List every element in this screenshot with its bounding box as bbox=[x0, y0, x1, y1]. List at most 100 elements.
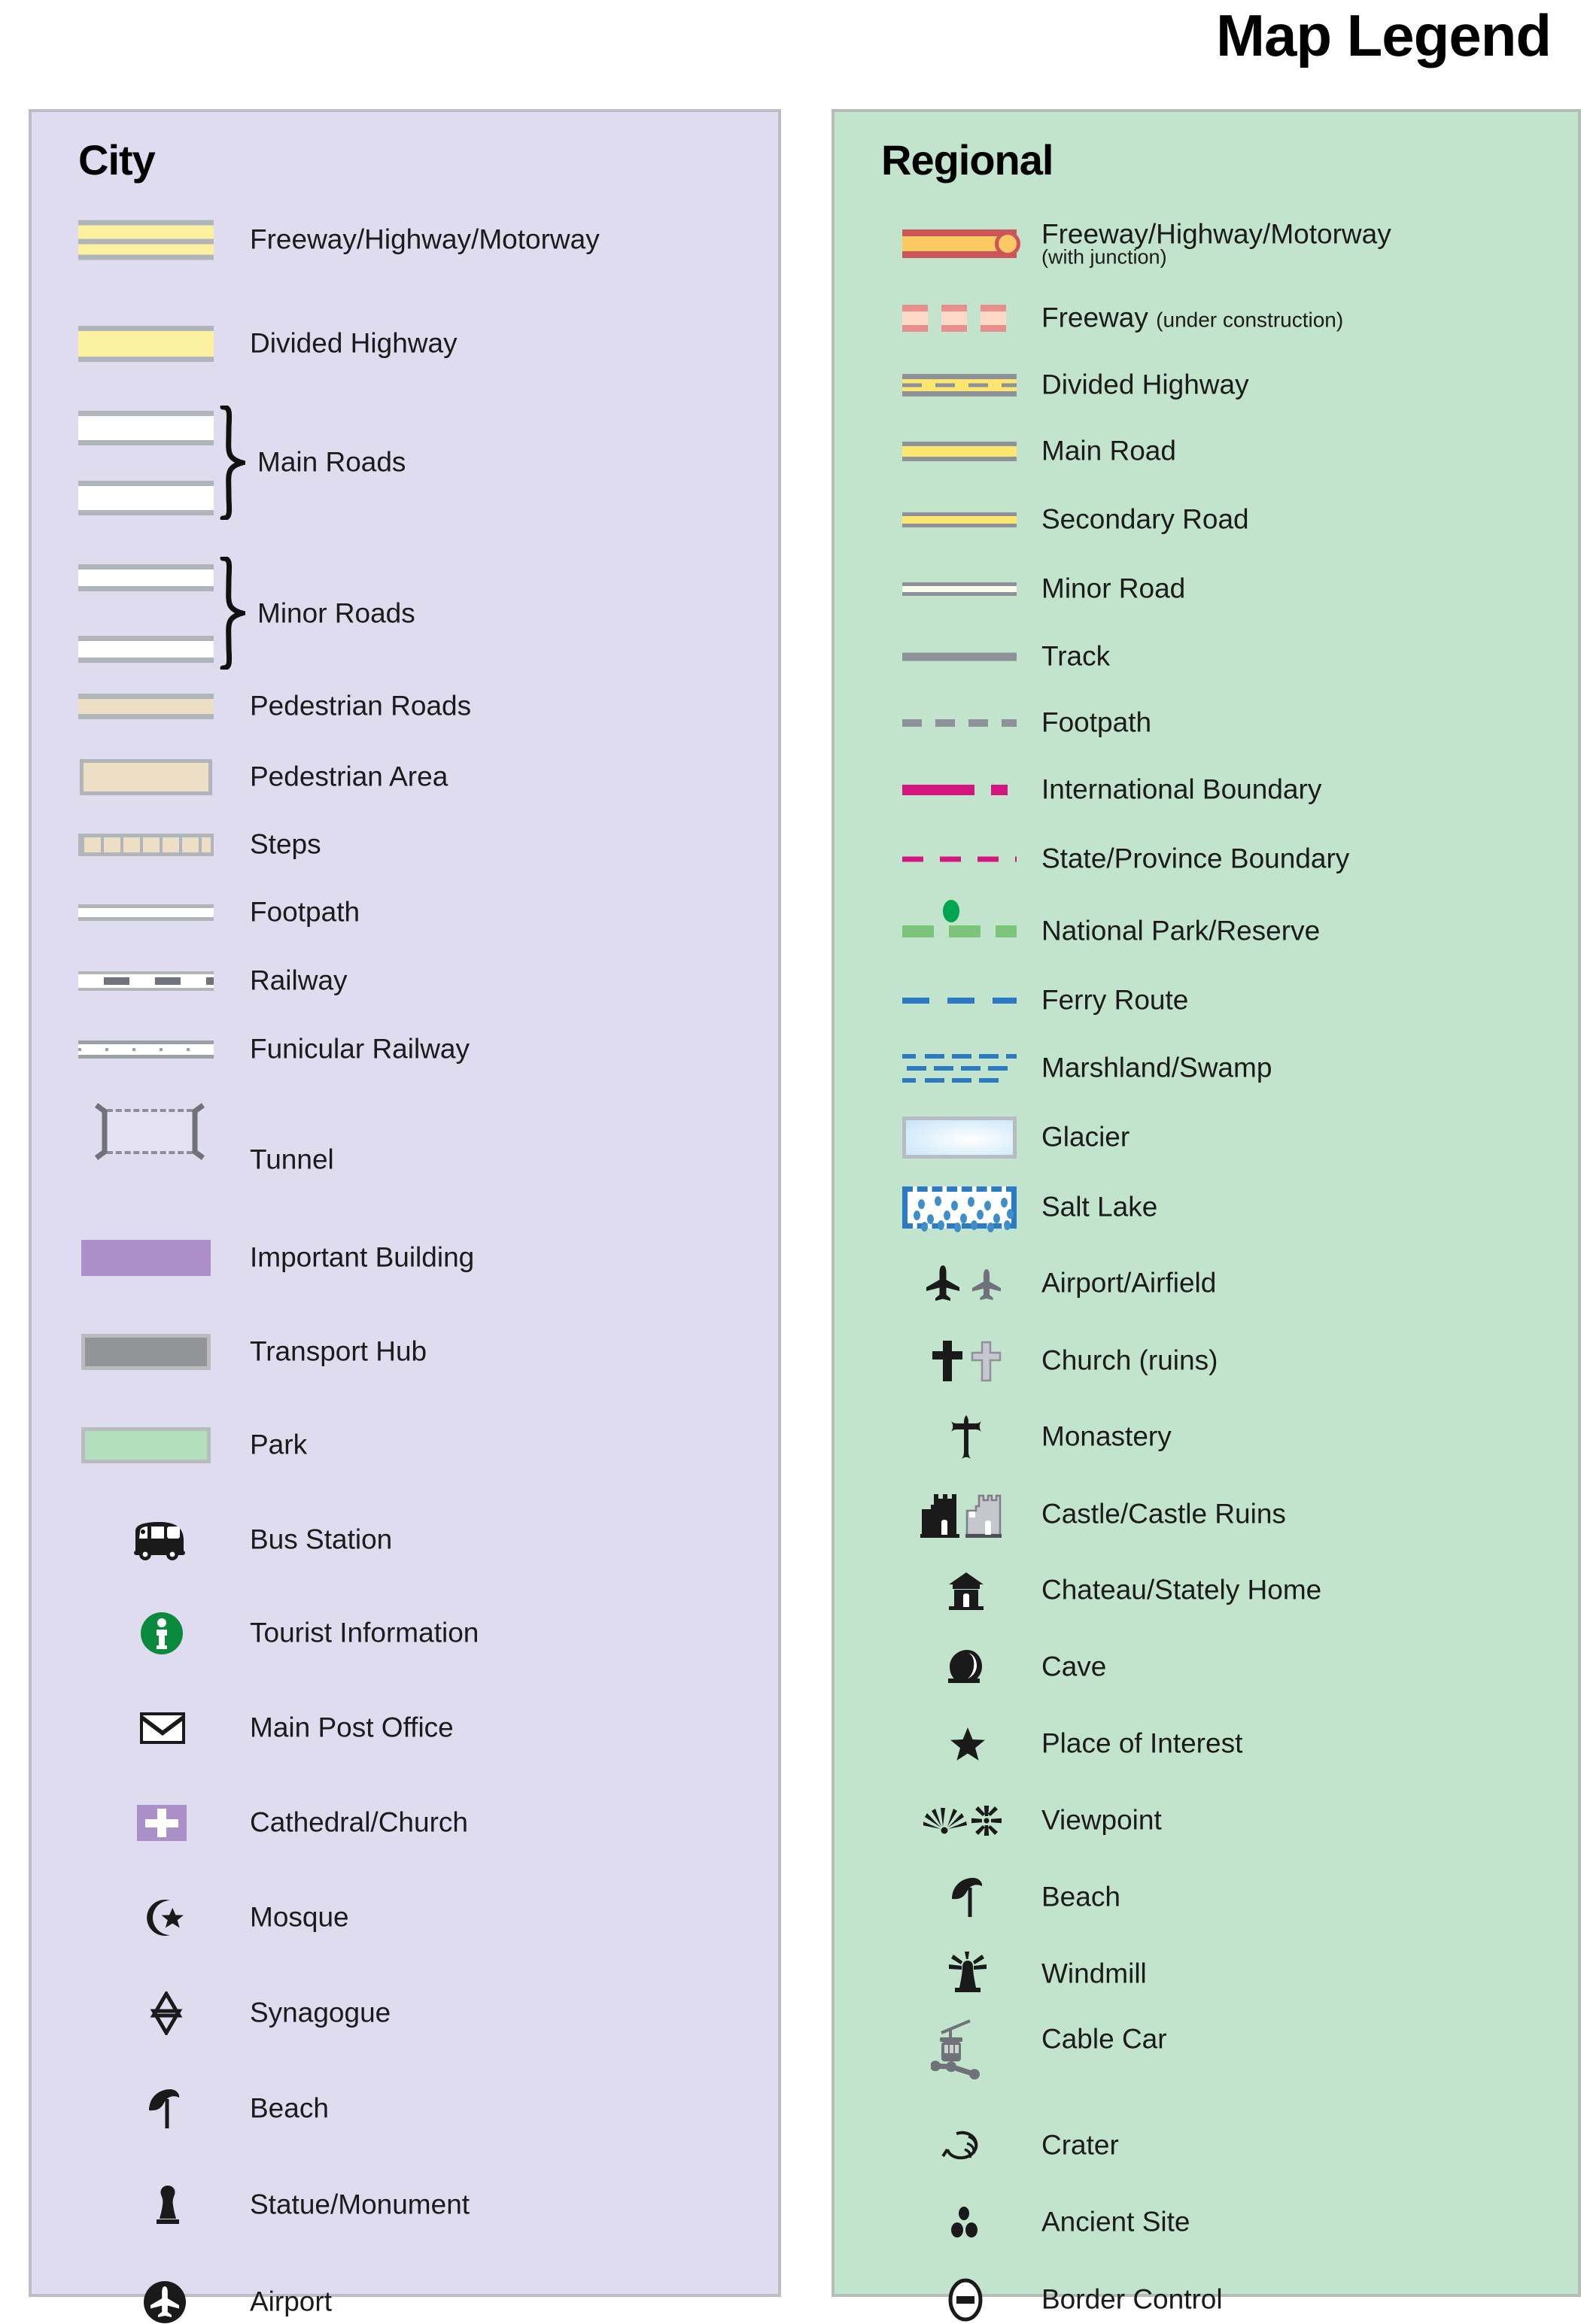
symbol-green-dashes-with-dot bbox=[902, 900, 1017, 937]
legend-label: Main Roads bbox=[257, 446, 406, 478]
legend-label: Border Control bbox=[1041, 2283, 1223, 2315]
beach-umbrella-icon bbox=[949, 1876, 987, 1918]
legend-label: Windmill bbox=[1041, 1958, 1147, 1989]
symbol-divided-highway bbox=[902, 374, 1017, 396]
legend-label: Place of Interest bbox=[1041, 1727, 1243, 1759]
tunnel-bracket-right-icon bbox=[190, 1103, 206, 1160]
city-panel-heading: City bbox=[78, 136, 156, 184]
city-legend-panel: City Freeway/Highway/Motorway Divided Hi… bbox=[29, 109, 781, 2323]
regional-legend-panel: Regional Freeway/Highway/Motorway (with … bbox=[832, 109, 1581, 2322]
legend-label: Park bbox=[250, 1429, 308, 1460]
symbol-railway-dashes bbox=[78, 971, 214, 991]
legend-label: Minor Roads bbox=[257, 597, 415, 629]
symbol-freeway-with-junction bbox=[902, 229, 1020, 258]
windmill-icon bbox=[944, 1952, 991, 1997]
two-crosses-icon bbox=[928, 1338, 1008, 1384]
airplane-in-circle-icon bbox=[143, 2280, 187, 2324]
legend-label: Main Post Office bbox=[250, 1712, 454, 1743]
national-park-dot-icon bbox=[943, 900, 959, 922]
brace-main-roads bbox=[220, 406, 245, 520]
legend-label: Pedestrian Roads bbox=[250, 690, 472, 722]
symbol-tan-area bbox=[80, 759, 212, 795]
symbol-green-swatch bbox=[81, 1427, 211, 1463]
legend-label: Airport bbox=[250, 2286, 332, 2317]
symbol-grey-swatch bbox=[81, 1334, 211, 1370]
page-title: Map Legend bbox=[1215, 2, 1552, 68]
symbol-solid-grey-line bbox=[902, 652, 1017, 661]
legend-label: Airport/Airfield bbox=[1041, 1267, 1217, 1299]
legend-label: Footpath bbox=[1041, 706, 1152, 738]
symbol-magenta-dashed-line bbox=[902, 856, 1017, 862]
legend-label: Church (ruins) bbox=[1041, 1344, 1218, 1376]
symbol-main-road-lower bbox=[78, 481, 214, 515]
symbol-tan-road bbox=[78, 694, 214, 719]
legend-label: Monastery bbox=[1041, 1420, 1172, 1452]
symbol-thin-white-line bbox=[78, 904, 214, 921]
minus-in-oval-icon bbox=[947, 2278, 984, 2322]
legend-label: Tunnel bbox=[250, 1144, 334, 1175]
symbol-grey-dashed-line bbox=[902, 719, 1017, 727]
ornate-cross-icon bbox=[946, 1413, 987, 1461]
legend-label: Divided Highway bbox=[1041, 369, 1249, 400]
legend-label: Main Road bbox=[1041, 435, 1176, 466]
legend-label: Beach bbox=[250, 2092, 329, 2124]
legend-label: Cathedral/Church bbox=[250, 1806, 468, 1838]
brace-minor-roads bbox=[220, 557, 245, 670]
information-circle-icon bbox=[140, 1612, 184, 1655]
legend-label: Salt Lake bbox=[1041, 1191, 1158, 1223]
legend-label: Footpath bbox=[250, 896, 360, 928]
legend-label: International Boundary bbox=[1041, 773, 1322, 805]
legend-label: Minor Road bbox=[1041, 573, 1186, 604]
legend-label: Statue/Monument bbox=[250, 2189, 470, 2220]
legend-label: Crater bbox=[1041, 2129, 1119, 2161]
legend-label: Ferry Route bbox=[1041, 984, 1189, 1016]
legend-label: National Park/Reserve bbox=[1041, 915, 1321, 946]
legend-label: Marshland/Swamp bbox=[1041, 1052, 1272, 1083]
two-viewpoint-bursts-icon bbox=[923, 1800, 1008, 1841]
symbol-minor-road bbox=[902, 582, 1017, 596]
legend-label: Viewpoint bbox=[1041, 1804, 1162, 1836]
chateau-icon bbox=[944, 1569, 988, 1612]
symbol-secondary-road bbox=[902, 512, 1017, 527]
symbol-minor-road-lower bbox=[78, 636, 214, 663]
cable-car-icon bbox=[931, 2019, 996, 2081]
legend-label: Freeway/Highway/Motorway (with junction) bbox=[1041, 220, 1391, 269]
legend-label-sub: (under construction) bbox=[1156, 308, 1344, 332]
legend-label: Important Building bbox=[250, 1241, 475, 1273]
symbol-white-stippled-swatch bbox=[902, 1186, 1017, 1232]
tunnel-bracket-left-icon bbox=[93, 1103, 110, 1160]
symbol-minor-road-upper bbox=[78, 564, 214, 591]
symbol-single-carriageway-yellow bbox=[78, 326, 214, 362]
symbol-blue-dash-rows bbox=[902, 1051, 1017, 1086]
cave-icon bbox=[946, 1648, 988, 1686]
legend-label: Castle/Castle Ruins bbox=[1041, 1498, 1286, 1530]
envelope-icon bbox=[140, 1712, 185, 1744]
legend-label: Secondary Road bbox=[1041, 503, 1249, 535]
two-castles-icon bbox=[919, 1490, 1008, 1539]
legend-label: Cable Car bbox=[1041, 2023, 1167, 2055]
legend-label: Steps bbox=[250, 828, 321, 860]
legend-label: Cave bbox=[1041, 1651, 1107, 1682]
star-and-crescent-icon bbox=[144, 1898, 187, 1937]
legend-label: Tourist Information bbox=[250, 1617, 479, 1648]
star-icon bbox=[949, 1726, 987, 1762]
legend-label-line2: (with junction) bbox=[1041, 245, 1167, 269]
legend-label: Glacier bbox=[1041, 1121, 1130, 1153]
legend-label: Ancient Site bbox=[1041, 2206, 1190, 2237]
symbol-tunnel-brackets bbox=[93, 1103, 206, 1160]
legend-label: Funicular Railway bbox=[250, 1033, 470, 1065]
legend-label: Mosque bbox=[250, 1901, 349, 1933]
symbol-purple-swatch bbox=[81, 1240, 211, 1276]
legend-label: Railway bbox=[250, 965, 348, 996]
crater-icon bbox=[941, 2129, 988, 2162]
two-airplanes-icon bbox=[923, 1263, 1008, 1304]
symbol-funicular-ticks bbox=[78, 1040, 214, 1059]
legend-label: Freeway/Highway/Motorway bbox=[250, 223, 600, 255]
symbol-main-road bbox=[902, 442, 1017, 461]
legend-label: Synagogue bbox=[250, 1997, 391, 2028]
legend-label: Freeway (under construction) bbox=[1041, 303, 1344, 333]
symbol-freeway-under-construction bbox=[902, 305, 1017, 332]
legend-label: Track bbox=[1041, 640, 1111, 672]
symbol-pale-blue-swatch bbox=[902, 1116, 1017, 1159]
star-of-david-icon bbox=[144, 1991, 188, 2035]
